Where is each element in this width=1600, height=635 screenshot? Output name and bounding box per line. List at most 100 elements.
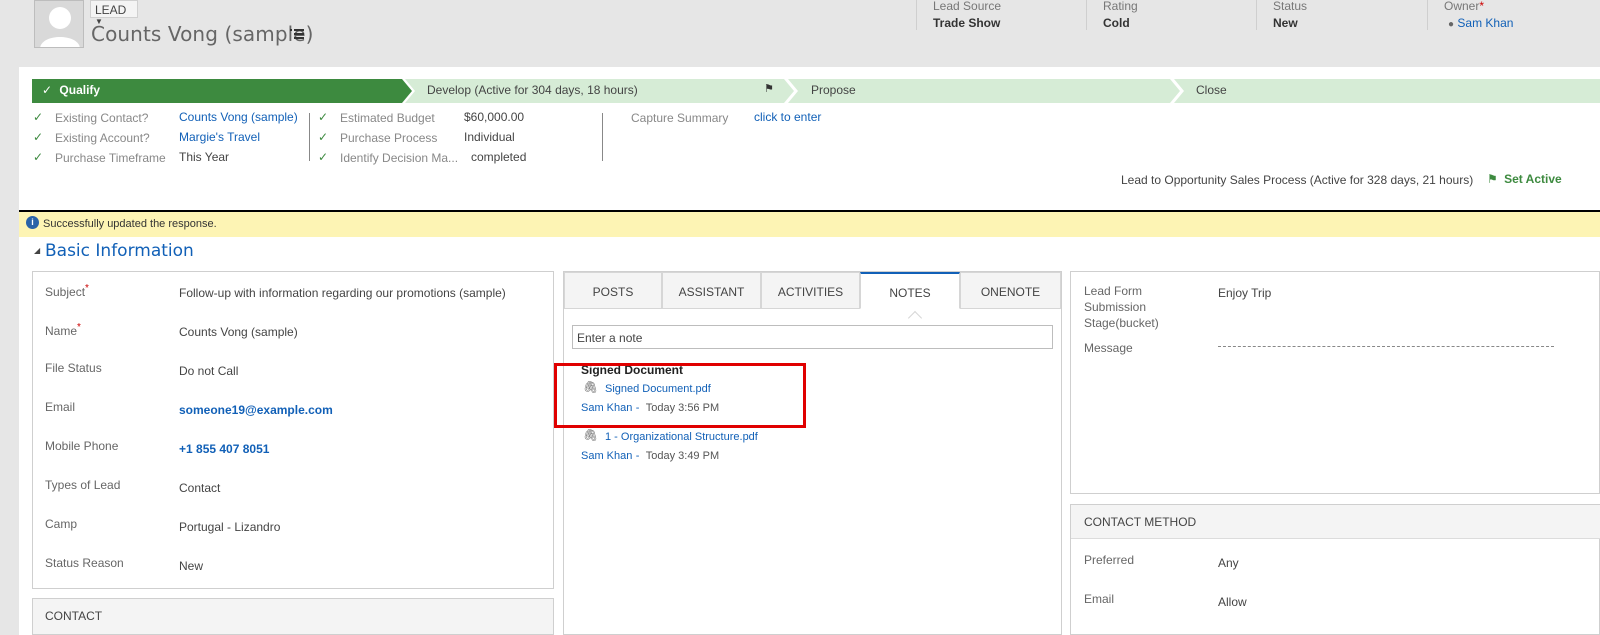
capture-summary-label: Capture Summary <box>631 111 729 125</box>
checkmark-icon: ✓ <box>318 150 329 164</box>
entity-type-label: LEAD <box>95 3 127 17</box>
tab-assistant[interactable]: ASSISTANT <box>662 272 761 309</box>
owner-link[interactable]: Sam Khan <box>1457 16 1513 30</box>
divider <box>309 113 310 161</box>
section-title-basic-information[interactable]: Basic Information <box>45 241 194 261</box>
note-separator: - <box>635 450 640 462</box>
header-field-label: Status <box>1273 0 1308 13</box>
tab-onenote[interactable]: ONENOTE <box>960 272 1061 309</box>
contact-method-header: CONTACT METHOD <box>1071 505 1600 539</box>
field-label-file-status: File Status <box>45 361 102 375</box>
process-field-label: Identify Decision Ma... <box>340 151 459 165</box>
header-field-status: Status New <box>1256 0 1307 30</box>
identify-decision-value[interactable]: completed <box>471 150 526 164</box>
field-label-preferred: Preferred <box>1084 553 1135 567</box>
contact-section: CONTACT <box>32 598 554 635</box>
entity-type-dropdown[interactable]: LEAD ▼ <box>90 0 138 26</box>
collapse-triangle-icon[interactable]: ◢ <box>34 246 40 255</box>
header-field-value[interactable]: New <box>1273 16 1307 30</box>
message-input[interactable] <box>1218 346 1554 347</box>
field-label-subject: Subject* <box>45 283 89 299</box>
attachment-link[interactable]: 1 - Organizational Structure.pdf <box>605 431 758 443</box>
header-field-value[interactable]: Trade Show <box>933 16 1001 30</box>
contact-method-title: CONTACT METHOD <box>1084 515 1197 529</box>
contact-section-title: CONTACT <box>45 609 103 623</box>
stage-develop[interactable]: Develop (Active for 304 days, 18 hours) <box>427 83 638 97</box>
tab-posts[interactable]: POSTS <box>564 272 662 309</box>
field-label-mobile-phone: Mobile Phone <box>45 439 119 453</box>
status-reason-value[interactable]: New <box>179 559 203 573</box>
flag-icon[interactable]: ⚑ <box>764 82 774 95</box>
required-marker: * <box>77 322 81 333</box>
header-field-value[interactable]: Cold <box>1103 16 1138 30</box>
form-selector-menu-icon[interactable] <box>290 26 304 42</box>
notification-bar: Successfully updated the response. <box>19 210 1600 237</box>
checkmark-icon: ✓ <box>33 150 44 164</box>
set-active-button[interactable]: ⚑ Set Active <box>1487 172 1562 186</box>
process-field-label: Existing Contact? <box>55 111 149 125</box>
purchase-process-value[interactable]: Individual <box>464 130 515 144</box>
types-of-lead-value[interactable]: Contact <box>179 481 220 495</box>
lead-form-stage-value[interactable]: Enjoy Trip <box>1218 286 1271 300</box>
mobile-phone-link[interactable]: +1 855 407 8051 <box>179 442 269 456</box>
preferred-value[interactable]: Any <box>1218 556 1239 570</box>
header-field-owner: Owner* ● Sam Khan <box>1427 0 1513 30</box>
field-label-types-of-lead: Types of Lead <box>45 478 121 492</box>
paperclip-icon: 🖇 <box>583 428 599 442</box>
stage-close[interactable]: Close <box>1196 83 1227 97</box>
checkmark-icon: ✓ <box>33 110 44 124</box>
divider <box>602 113 603 161</box>
field-label-status-reason: Status Reason <box>45 556 124 570</box>
note-input[interactable]: Enter a note <box>572 325 1053 349</box>
header-field-label: Rating <box>1103 0 1138 13</box>
field-label-lead-form-stage: Lead Form Submission Stage(bucket) <box>1084 284 1159 330</box>
existing-contact-link[interactable]: Counts Vong (sample) <box>179 110 298 124</box>
field-label-name: Name* <box>45 322 81 338</box>
record-title: Counts Vong (sample) <box>91 22 314 46</box>
tab-notes[interactable]: NOTES <box>860 272 960 309</box>
purchase-timeframe-value[interactable]: This Year <box>179 150 229 164</box>
header-field-label: Lead Source <box>933 0 1002 13</box>
tab-activities[interactable]: ACTIVITIES <box>761 272 860 309</box>
note-meta: Sam Khan - Today 3:49 PM <box>581 448 719 462</box>
header-field-rating: Rating Cold <box>1086 0 1138 30</box>
highlight-box <box>554 363 806 428</box>
stage-label: Qualify <box>59 83 101 97</box>
checkmark-icon: ✓ <box>318 130 329 144</box>
camp-value[interactable]: Portugal - Lizandro <box>179 520 280 534</box>
checkmark-icon: ✓ <box>42 83 53 97</box>
subject-value[interactable]: Follow-up with information regarding our… <box>179 286 506 300</box>
email-method-value[interactable]: Allow <box>1218 595 1247 609</box>
set-active-label: Set Active <box>1504 172 1562 186</box>
field-label-email-method: Email <box>1084 592 1115 606</box>
process-field-label: Estimated Budget <box>340 111 435 125</box>
name-value[interactable]: Counts Vong (sample) <box>179 325 298 339</box>
user-icon: ● <box>1448 19 1455 30</box>
capture-summary-input[interactable]: click to enter <box>754 110 821 124</box>
stage-chevron-close[interactable] <box>1174 79 1600 103</box>
file-status-value[interactable]: Do not Call <box>179 364 238 378</box>
flag-icon: ⚑ <box>1487 172 1498 186</box>
process-field-label: Purchase Process <box>340 131 438 145</box>
process-field-label: Purchase Timeframe <box>55 151 166 165</box>
info-icon: i <box>26 216 39 229</box>
estimated-budget-value[interactable]: $60,000.00 <box>464 110 524 124</box>
header-field-lead-source: Lead Source Trade Show <box>916 0 1001 30</box>
field-label-camp: Camp <box>45 517 78 531</box>
checkmark-icon: ✓ <box>33 130 44 144</box>
field-label-email: Email <box>45 400 76 414</box>
required-marker: * <box>1479 0 1485 13</box>
stage-qualify[interactable]: ✓ Qualify <box>42 83 100 97</box>
stage-propose[interactable]: Propose <box>811 83 856 97</box>
email-link[interactable]: someone19@example.com <box>179 403 333 417</box>
list-menu-icon <box>290 29 304 39</box>
process-field-label: Existing Account? <box>55 131 150 145</box>
required-marker: * <box>85 283 89 294</box>
checkmark-icon: ✓ <box>318 110 329 124</box>
note-time: Today 3:49 PM <box>645 450 720 462</box>
field-label-message: Message <box>1084 341 1133 355</box>
record-avatar[interactable] <box>34 0 84 48</box>
header-field-label: Owner <box>1444 0 1480 13</box>
note-author-link[interactable]: Sam Khan <box>581 450 632 462</box>
existing-account-link[interactable]: Margie's Travel <box>179 130 260 144</box>
